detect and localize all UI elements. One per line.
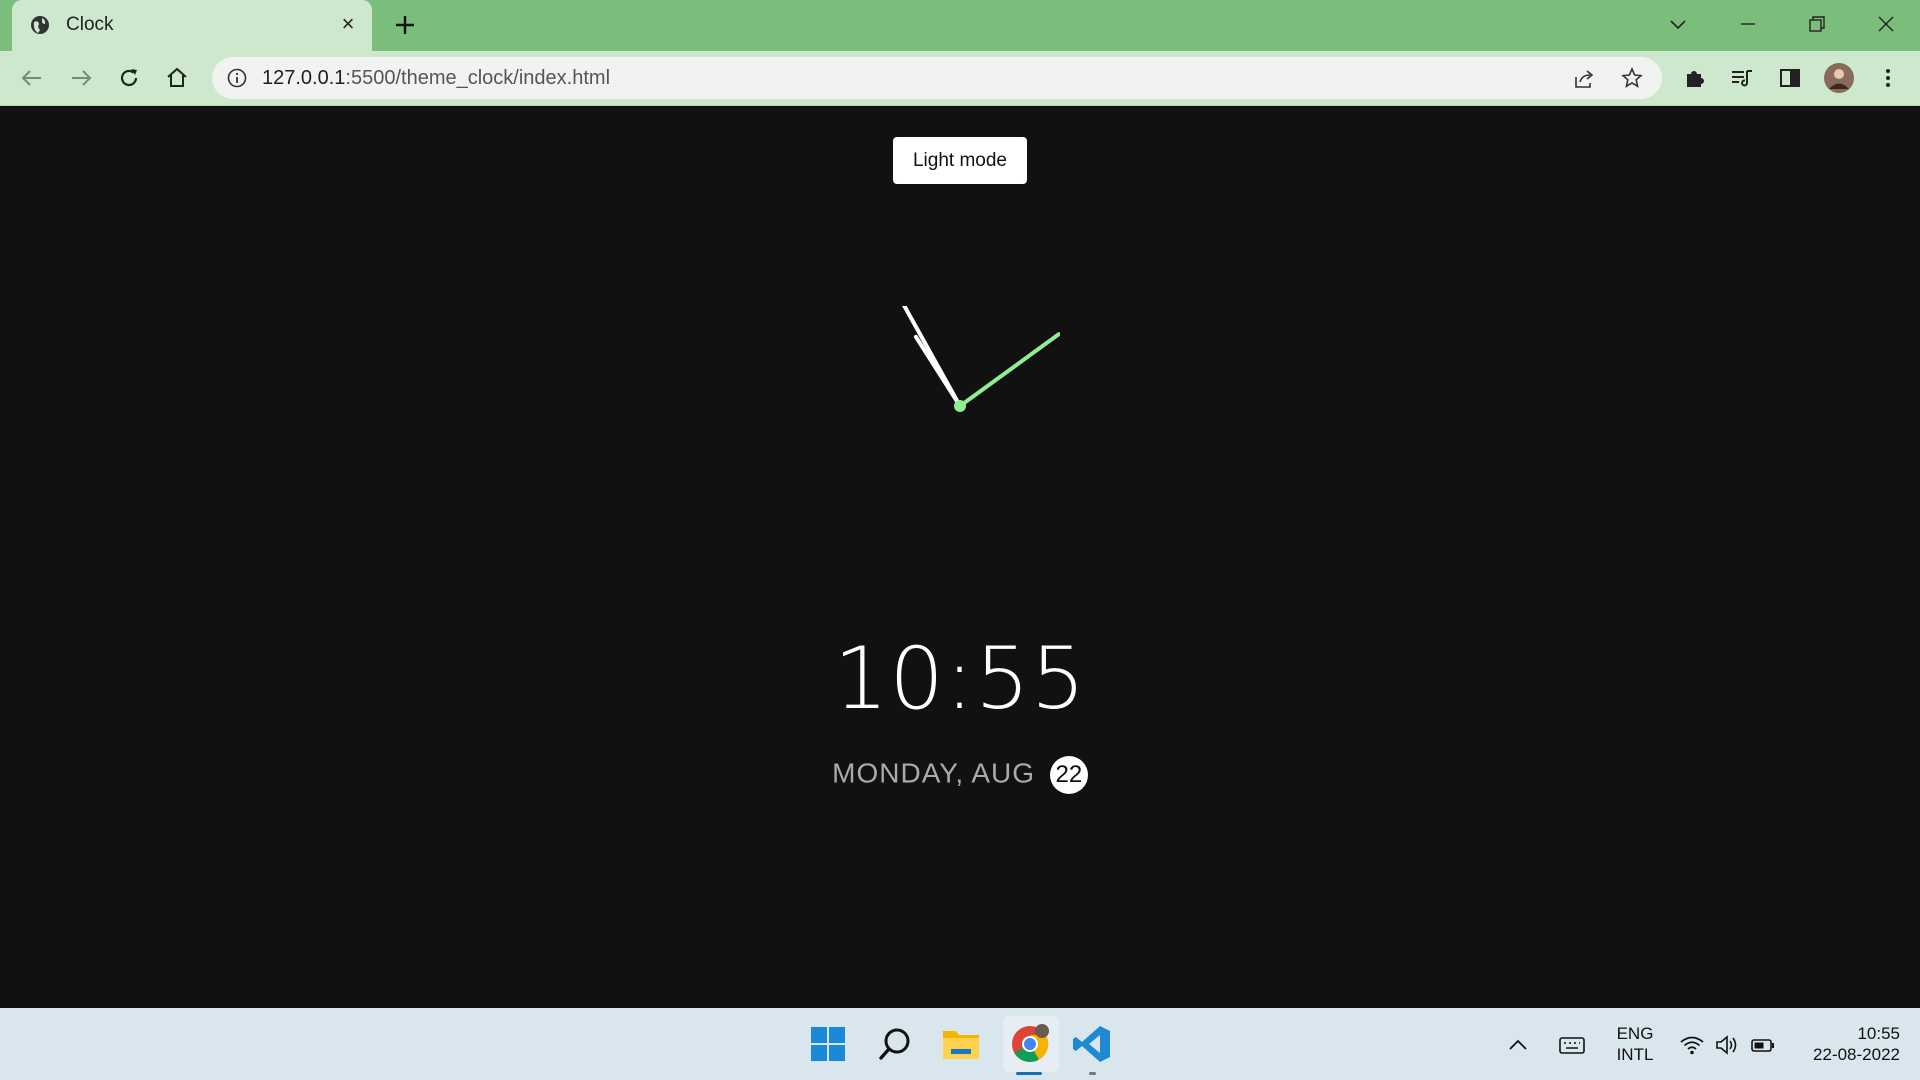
- forward-icon[interactable]: [66, 63, 96, 93]
- date-text: MONDAY, AUG: [832, 757, 1036, 789]
- media-control-icon[interactable]: [1727, 63, 1757, 93]
- url-path: :5500/theme_clock/index.html: [345, 67, 611, 89]
- close-window-icon[interactable]: [1871, 9, 1901, 39]
- tab-title: Clock: [66, 14, 114, 35]
- theme-toggle-button[interactable]: Light mode: [893, 137, 1027, 184]
- address-bar[interactable]: 127.0.0.1:5500/theme_clock/index.html: [212, 57, 1662, 99]
- date-day-circle: 22: [1049, 756, 1088, 794]
- chevron-up-icon[interactable]: [1505, 1032, 1531, 1058]
- taskbar: ENG INTL 10:55 22-08-2022: [0, 1008, 1920, 1080]
- url-host: 127.0.0.1: [262, 67, 346, 89]
- home-icon[interactable]: [162, 63, 192, 93]
- taskbar-date: 22-08-2022: [1813, 1045, 1900, 1064]
- minimize-icon[interactable]: [1733, 9, 1763, 39]
- vscode-running-indicator: [1089, 1072, 1096, 1075]
- language-secondary: INTL: [1616, 1045, 1654, 1064]
- file-explorer-icon[interactable]: [939, 1022, 983, 1066]
- wifi-icon[interactable]: [1679, 1032, 1705, 1058]
- date-display: MONDAY, AUG 22: [0, 756, 1920, 794]
- close-tab-icon[interactable]: ×: [336, 12, 360, 36]
- url-text[interactable]: 127.0.0.1:5500/theme_clock/index.html: [262, 67, 610, 90]
- share-icon[interactable]: [1572, 67, 1596, 91]
- chrome-icon[interactable]: [1008, 1022, 1052, 1066]
- clock-center-dot: [954, 400, 966, 412]
- taskbar-clock[interactable]: 10:55 22-08-2022: [1790, 1023, 1900, 1065]
- minute-hand: [902, 306, 962, 408]
- menu-icon[interactable]: [1873, 63, 1903, 93]
- globe-icon: [31, 16, 49, 34]
- browser-tab[interactable]: Clock ×: [12, 0, 372, 51]
- reload-icon[interactable]: [114, 63, 144, 93]
- analog-clock: [902, 306, 1060, 412]
- volume-icon[interactable]: [1714, 1032, 1740, 1058]
- keyboard-icon[interactable]: [1558, 1032, 1586, 1058]
- browser-title-bar: Clock ×: [0, 0, 1920, 51]
- vscode-icon[interactable]: [1070, 1022, 1114, 1066]
- digital-time: 10:55: [833, 629, 1087, 729]
- second-hand: [958, 332, 1060, 408]
- new-tab-icon[interactable]: [391, 11, 419, 39]
- side-panel-icon[interactable]: [1775, 63, 1805, 93]
- search-icon[interactable]: [873, 1022, 917, 1066]
- start-icon[interactable]: [806, 1022, 850, 1066]
- tab-search-icon[interactable]: [1663, 9, 1693, 39]
- language-primary: ENG: [1616, 1024, 1654, 1043]
- restore-icon[interactable]: [1802, 9, 1832, 39]
- browser-toolbar: 127.0.0.1:5500/theme_clock/index.html: [0, 51, 1920, 106]
- chrome-active-indicator: [1016, 1072, 1042, 1075]
- language-indicator[interactable]: ENG INTL: [1608, 1023, 1662, 1065]
- profile-avatar[interactable]: [1823, 62, 1855, 94]
- back-icon[interactable]: [17, 63, 47, 93]
- bookmark-star-icon[interactable]: [1620, 66, 1644, 90]
- extensions-icon[interactable]: [1680, 63, 1710, 93]
- taskbar-time: 10:55: [1857, 1024, 1900, 1043]
- battery-icon[interactable]: [1750, 1032, 1776, 1058]
- info-icon[interactable]: [226, 67, 248, 89]
- page-content: Light mode 10:55 MONDAY, AUG 22: [0, 106, 1920, 1008]
